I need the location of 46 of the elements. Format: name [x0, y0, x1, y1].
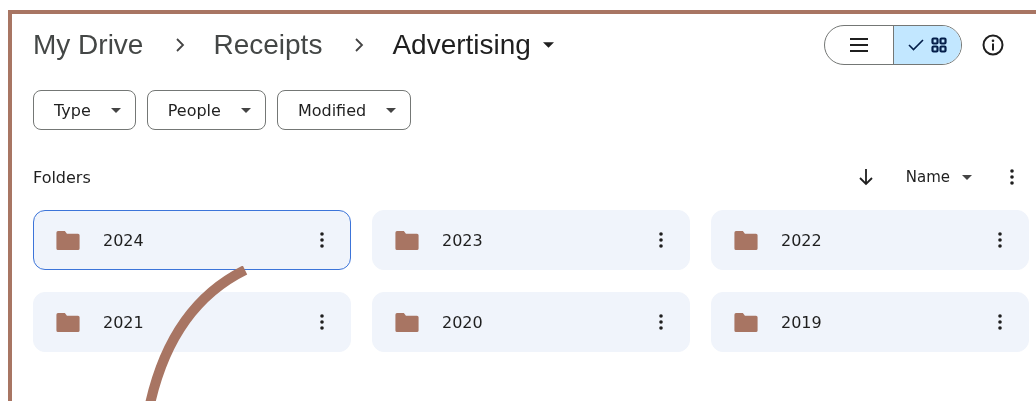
folder-name: 2019: [781, 312, 823, 332]
more-options-icon[interactable]: [998, 314, 1002, 330]
folder-card[interactable]: 2023: [372, 210, 690, 270]
folder-name: 2020: [442, 312, 484, 332]
folder-icon: [394, 312, 420, 332]
more-options-icon[interactable]: [659, 232, 663, 248]
check-icon: [908, 39, 924, 51]
chevron-right-icon: [175, 37, 186, 53]
more-options-icon[interactable]: [320, 314, 324, 330]
folder-card[interactable]: 2021: [33, 292, 351, 352]
folder-name: 2023: [442, 230, 484, 250]
folder-card[interactable]: 2020: [372, 292, 690, 352]
more-options-icon[interactable]: [659, 314, 663, 330]
folder-card[interactable]: 2024: [33, 210, 351, 270]
folder-card[interactable]: 2022: [711, 210, 1029, 270]
caret-icon: [386, 107, 397, 113]
list-icon: [850, 38, 868, 52]
sort-direction-icon[interactable]: [857, 168, 874, 186]
more-options-icon[interactable]: [1010, 169, 1014, 185]
folder-icon: [55, 230, 81, 250]
folder-icon: [733, 312, 759, 332]
info-icon[interactable]: [982, 34, 1004, 56]
section-title: Folders: [33, 167, 91, 187]
more-options-icon[interactable]: [998, 232, 1002, 248]
filter-dropdown[interactable]: People: [146, 90, 266, 130]
folder-card[interactable]: 2019: [711, 292, 1029, 352]
folder-name: 2021: [103, 312, 145, 332]
folder-name: 2024: [103, 230, 145, 250]
folder-icon: [733, 230, 759, 250]
grid-icon: [931, 37, 947, 53]
filter-dropdown[interactable]: Type: [33, 90, 136, 130]
more-options-icon[interactable]: [320, 232, 324, 248]
caret-icon: [240, 107, 251, 113]
breadcrumb-item[interactable]: Advertising: [392, 29, 554, 61]
chevron-right-icon: [354, 37, 365, 53]
breadcrumb-item[interactable]: Receipts: [213, 29, 323, 61]
caret-icon: [542, 42, 554, 48]
filter-dropdown[interactable]: Modified: [276, 90, 412, 130]
caret-icon: [962, 174, 972, 180]
breadcrumb-item[interactable]: My Drive: [33, 29, 144, 61]
folder-icon: [394, 230, 420, 250]
folder-icon: [55, 312, 81, 332]
folder-name: 2022: [781, 230, 823, 250]
caret-icon: [110, 107, 121, 113]
sort-dropdown[interactable]: Name: [905, 168, 972, 186]
grid-view-button[interactable]: [893, 26, 961, 64]
